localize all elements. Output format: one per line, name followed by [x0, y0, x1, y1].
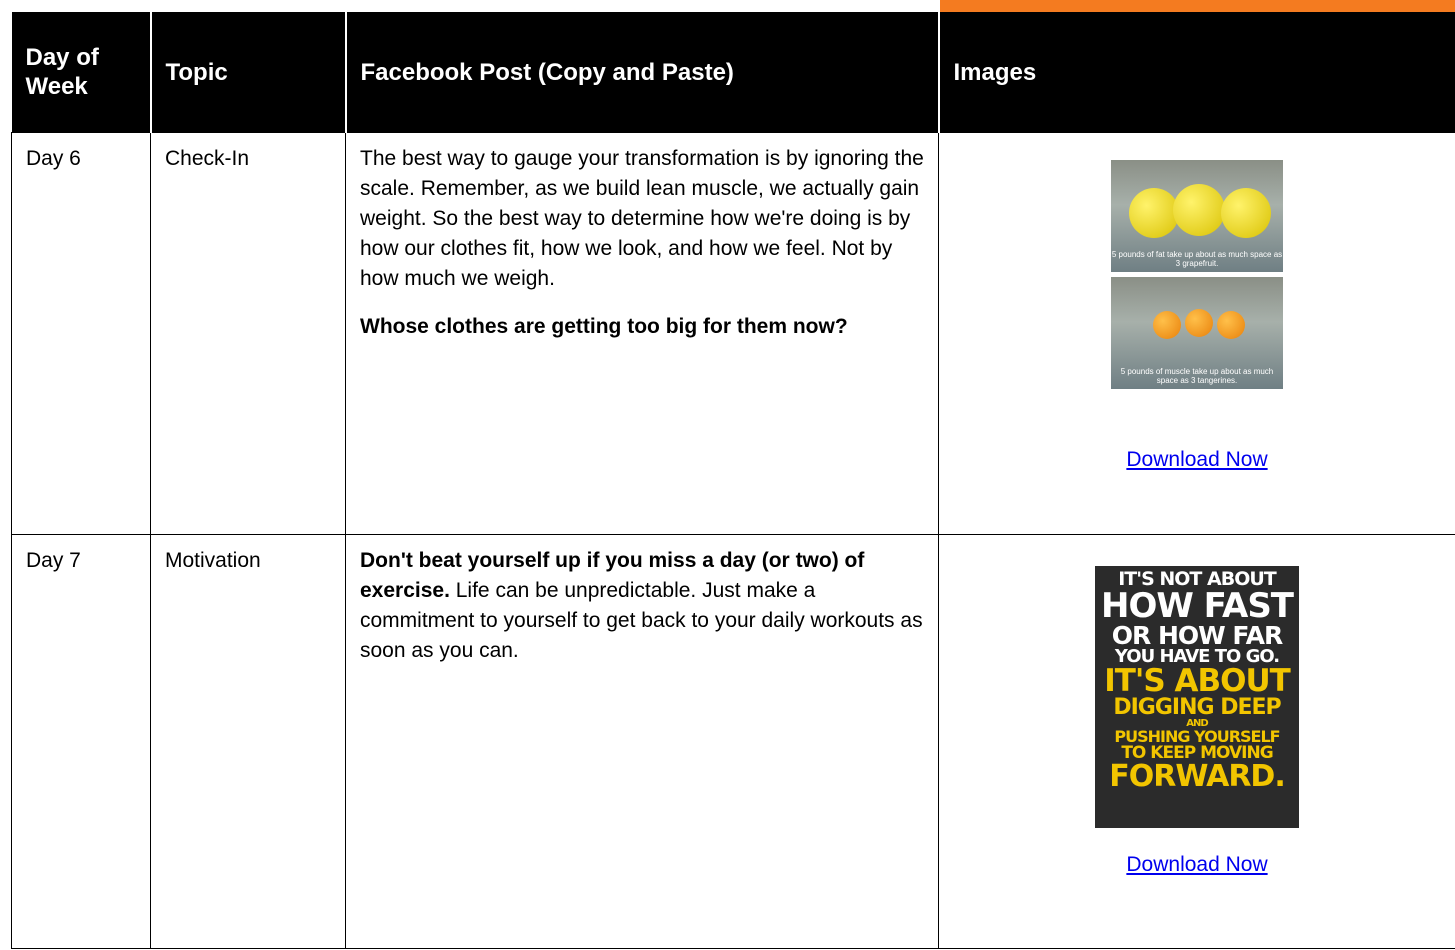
cell-day: Day 7 — [11, 534, 151, 949]
cell-image: IT'S NOT ABOUT HOW FAST OR HOW FAR YOU H… — [938, 534, 1455, 949]
cell-topic: Motivation — [150, 534, 346, 949]
cell-day: Day 6 — [11, 132, 151, 535]
poster-line: FORWARD. — [1109, 759, 1285, 794]
poster-line: HOW FAST — [1100, 586, 1294, 626]
download-now-link[interactable]: Download Now — [1126, 853, 1267, 876]
cell-topic: Check-In — [150, 132, 346, 535]
poster-line: DIGGING DEEP — [1113, 695, 1281, 720]
header-images: Images — [938, 12, 1455, 133]
content-calendar-table: Day of Week Topic Facebook Post (Copy an… — [11, 12, 1455, 949]
cell-post: The best way to gauge your transformatio… — [345, 132, 939, 535]
cell-post: Don't beat yourself up if you miss a day… — [345, 534, 939, 949]
table-row: Day 6 Check-In The best way to gauge you… — [11, 132, 1455, 535]
post-paragraph: The best way to gauge your transformatio… — [360, 147, 924, 290]
image-caption: 5 pounds of muscle take up about as much… — [1120, 367, 1274, 385]
motivation-poster-image: IT'S NOT ABOUT HOW FAST OR HOW FAR YOU H… — [1095, 566, 1299, 828]
header-facebook-post: Facebook Post (Copy and Paste) — [345, 12, 940, 133]
table-row: Day 7 Motivation Don't beat yourself up … — [11, 534, 1455, 949]
table-header-row: Day of Week Topic Facebook Post (Copy an… — [11, 12, 1455, 133]
poster-line: OR HOW FAR — [1111, 621, 1283, 650]
orange-accent-bar — [940, 0, 1455, 12]
grapefruit-comparison-image: 5 pounds of fat take up about as much sp… — [1111, 160, 1283, 272]
cell-image: 5 pounds of fat take up about as much sp… — [938, 132, 1455, 535]
post-question: Whose clothes are getting too big for th… — [360, 315, 848, 338]
poster-line: IT'S ABOUT — [1104, 663, 1291, 699]
header-topic: Topic — [150, 12, 347, 133]
post-paragraph: Don't beat yourself up if you miss a day… — [360, 546, 924, 666]
download-now-link[interactable]: Download Now — [1126, 448, 1267, 471]
header-day-of-week: Day of Week — [11, 12, 152, 133]
tangerine-comparison-image: 5 pounds of muscle take up about as much… — [1111, 277, 1283, 389]
image-caption: 5 pounds of fat take up about as much sp… — [1111, 250, 1283, 268]
